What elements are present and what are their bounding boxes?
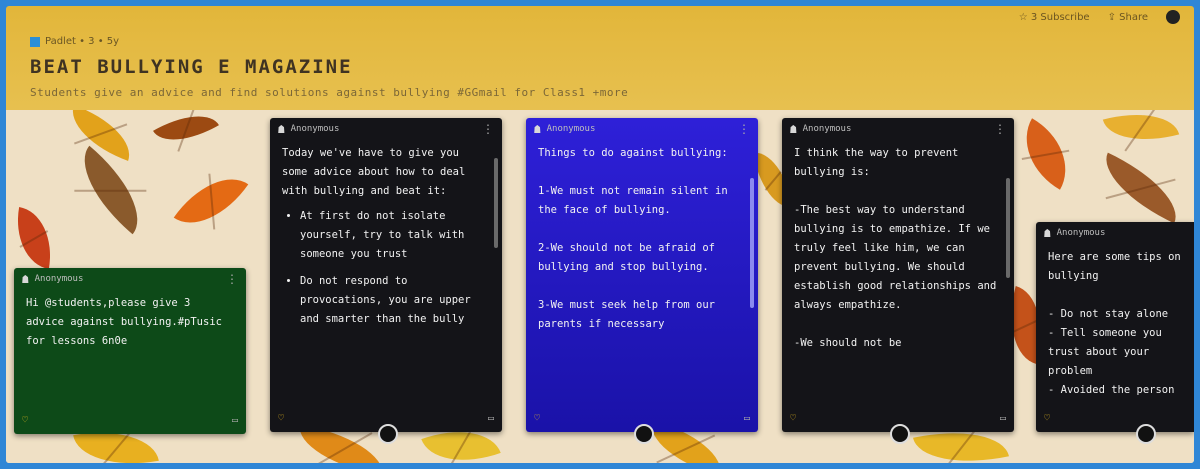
subscribe-button[interactable]: ☆ 3 Subscribe <box>1019 12 1090 23</box>
bullet-item: At first do not isolate yourself, try to… <box>300 207 490 264</box>
post-author: Anonymous <box>34 274 84 284</box>
user-icon: ☗ <box>1044 226 1051 240</box>
scrollbar[interactable] <box>750 178 754 308</box>
scrollbar[interactable] <box>494 158 498 248</box>
comment-icon[interactable]: ▭ <box>232 415 238 426</box>
more-options-icon[interactable]: ⋮ <box>738 122 750 136</box>
post-header: ☗ Anonymous ⋮ <box>782 118 1014 140</box>
user-icon: ☗ <box>22 272 29 286</box>
like-icon[interactable]: ♡ <box>790 413 796 424</box>
user-icon: ☗ <box>534 122 541 136</box>
post-header: ☗ Anonymous ⋮ <box>526 118 758 140</box>
post-body: Things to do against bullying: 1-We must… <box>538 147 728 330</box>
user-icon: ☗ <box>790 122 797 136</box>
comment-icon[interactable]: ▭ <box>1000 413 1006 424</box>
post-card[interactable]: ☗ Anonymous ⋮ Today we've have to give y… <box>270 118 502 444</box>
user-icon: ☗ <box>278 122 285 136</box>
leaf-decoration-icon <box>9 206 59 270</box>
like-icon[interactable]: ♡ <box>534 413 540 424</box>
leaf-decoration-icon <box>153 110 219 156</box>
bullet-item: Do not respond to provocations, you are … <box>300 272 490 329</box>
leaf-decoration-icon <box>62 110 140 161</box>
more-options-icon[interactable]: ⋮ <box>994 122 1006 136</box>
post-body: I think the way to prevent bullying is: … <box>794 147 997 349</box>
app-frame: ☆ 3 Subscribe ⇪ Share Padlet • 3 • 5y BE… <box>6 6 1194 463</box>
post-author: Anonymous <box>546 124 596 134</box>
leaf-decoration-icon <box>1102 110 1180 153</box>
leaf-decoration-icon <box>63 145 159 235</box>
post-author: Anonymous <box>1056 228 1106 238</box>
post-body: Today we've have to give you some advice… <box>270 140 502 394</box>
post-pin-icon <box>1136 424 1156 444</box>
more-options-icon[interactable]: ⋮ <box>226 272 238 286</box>
page-title: BEAT BULLYING E MAGAZINE <box>30 56 353 78</box>
post-card[interactable]: ☗ Anonymous ⋮ Things to do against bully… <box>526 118 758 444</box>
post-bullets: At first do not isolate yourself, try to… <box>282 207 490 329</box>
post-card[interactable]: ☗ Anonymous Here are some tips on bullyi… <box>1036 222 1194 444</box>
post-author: Anonymous <box>802 124 852 134</box>
leaf-decoration-icon <box>173 160 249 242</box>
post-body: Here are some tips on bullying - Do not … <box>1048 251 1181 396</box>
like-icon[interactable]: ♡ <box>278 413 284 424</box>
breadcrumb-label: Padlet • 3 • 5y <box>45 36 120 47</box>
post-footer: ♡ ▭ <box>22 412 238 428</box>
like-icon[interactable]: ♡ <box>22 415 28 426</box>
share-button[interactable]: ⇪ Share <box>1108 12 1148 23</box>
post-pin-icon <box>378 424 398 444</box>
more-options-icon[interactable]: ⋮ <box>482 122 494 136</box>
avatar[interactable] <box>1166 10 1180 24</box>
post-pin-icon <box>890 424 910 444</box>
comment-icon[interactable]: ▭ <box>744 413 750 424</box>
post-body: Hi @students,please give 3 advice agains… <box>26 297 229 347</box>
comment-icon[interactable]: ▭ <box>488 413 494 424</box>
board-wall: ☗ Anonymous ⋮ Hi @students,please give 3… <box>6 110 1194 463</box>
post-header: ☗ Anonymous ⋮ <box>14 268 246 290</box>
post-card[interactable]: ☗ Anonymous ⋮ Hi @students,please give 3… <box>14 268 246 434</box>
post-author: Anonymous <box>290 124 340 134</box>
padlet-logo-icon <box>30 36 40 47</box>
post-footer: ♡ <box>1044 410 1186 426</box>
leaf-decoration-icon <box>1008 118 1084 190</box>
post-pin-icon <box>634 424 654 444</box>
leaf-decoration-icon <box>1092 152 1190 224</box>
post-header: ☗ Anonymous ⋮ <box>270 118 502 140</box>
top-bar: ☆ 3 Subscribe ⇪ Share <box>1019 8 1180 26</box>
post-header: ☗ Anonymous <box>1036 222 1194 244</box>
post-intro: Today we've have to give you some advice… <box>282 147 466 197</box>
post-card[interactable]: ☗ Anonymous ⋮ I think the way to prevent… <box>782 118 1014 444</box>
scrollbar[interactable] <box>1006 178 1010 278</box>
like-icon[interactable]: ♡ <box>1044 413 1050 424</box>
page-subtitle: Students give an advice and find solutio… <box>30 86 629 99</box>
breadcrumb[interactable]: Padlet • 3 • 5y <box>30 36 119 47</box>
